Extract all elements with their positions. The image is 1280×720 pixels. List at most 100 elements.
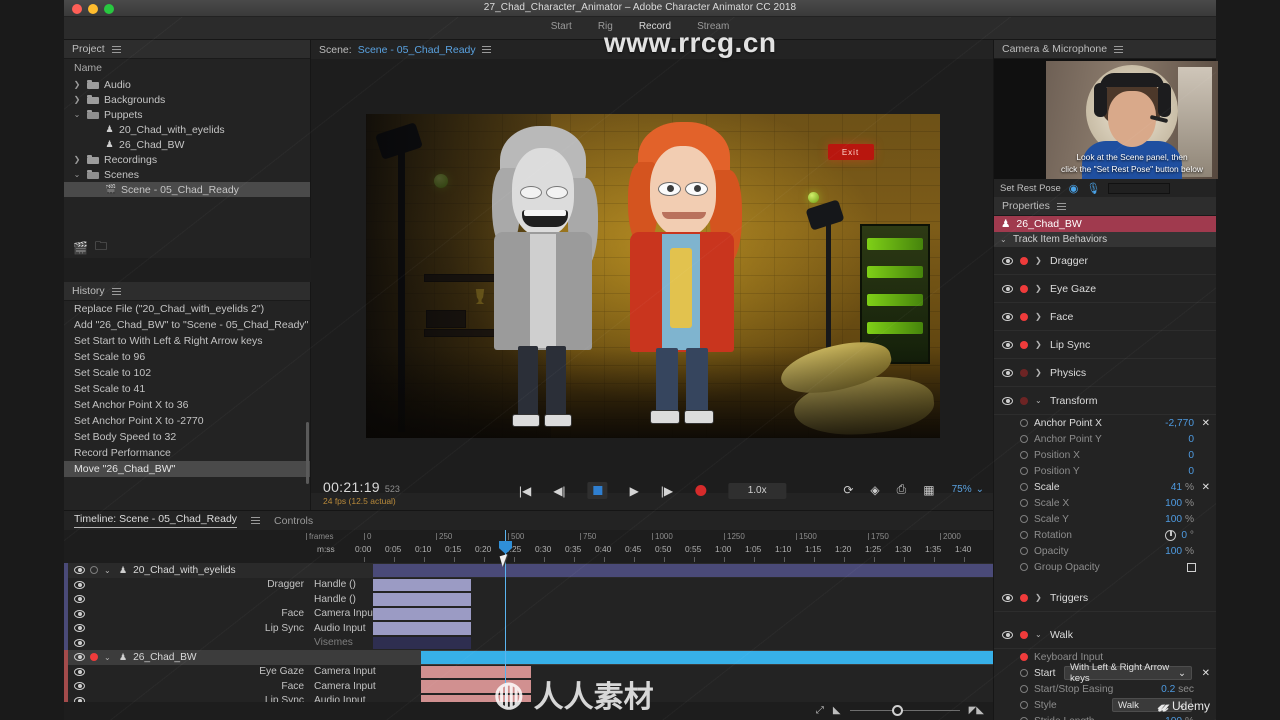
track-lane[interactable] [364,592,994,607]
record-bullet-icon[interactable] [1020,701,1028,709]
chevron-down-icon[interactable]: ⌄ [104,653,112,662]
history-item[interactable]: Add "26_Chad_BW" to "Scene - 05_Chad_Rea… [64,317,311,333]
project-item[interactable]: ❯ Audio [64,77,311,92]
chevron-right-icon[interactable]: ❯ [1035,256,1043,265]
visibility-icon[interactable] [1002,396,1013,405]
chevron-down-icon[interactable]: ⌄ [1035,630,1043,639]
property-row[interactable]: Anchor Point Y 0 [994,431,1216,447]
project-item[interactable]: ⌄ Scenes [64,167,311,182]
history-panel-header[interactable]: History [64,282,311,301]
camera-panel-header[interactable]: Camera & Microphone [994,40,1216,59]
visibility-icon[interactable] [1002,630,1013,639]
fit-icon[interactable]: ⤢ [816,705,824,716]
track-lane[interactable] [364,694,994,702]
workspace-tabs[interactable]: Start Rig Record Stream [551,21,730,32]
property-value[interactable]: 41 % [1171,482,1194,493]
history-item[interactable]: Set Scale to 41 [64,381,311,397]
record-arm-dot[interactable] [1020,630,1028,639]
timeline-behavior-lane[interactable]: Lip Sync Audio Input [64,694,994,702]
workspace-tab-start[interactable]: Start [551,21,572,32]
property-behavior-row[interactable]: ❯ Face [994,303,1216,331]
zoom-slider[interactable] [849,705,960,716]
history-item[interactable]: Set Scale to 102 [64,365,311,381]
stop-button[interactable] [587,482,608,499]
new-scene-icon[interactable]: 🎬 [73,241,88,255]
record-bullet-icon[interactable] [1020,467,1028,475]
project-item[interactable]: ❯ Backgrounds [64,92,311,107]
scene-canvas[interactable]: Exit [365,114,940,438]
visibility-icon[interactable] [74,624,85,633]
panel-menu-icon[interactable] [251,515,261,526]
history-item[interactable]: Set Body Speed to 32 [64,429,311,445]
record-bullet-icon[interactable] [1020,563,1028,571]
record-bullet-icon[interactable] [1020,499,1028,507]
property-row[interactable]: Start/Stop Easing 0.2 sec [994,681,1216,697]
step-back-button[interactable]: ◀| [553,485,565,497]
timeline-tab[interactable]: Timeline: Scene - 05_Chad_Ready [74,513,238,528]
property-row[interactable]: Position Y 0 [994,463,1216,479]
property-row[interactable]: Start With Left & Right Arrow keys ⌄ ✕ [994,662,1216,684]
property-row[interactable]: Rotation 0 ° [994,527,1216,543]
twisty-icon[interactable]: ⌄ [72,110,82,119]
property-row[interactable]: Group Opacity [994,559,1216,575]
visibility-icon[interactable] [1002,368,1013,377]
track-lane[interactable] [364,636,994,651]
record-arm-dot[interactable] [1020,256,1028,265]
timeline-clip[interactable] [373,622,472,635]
workspace-tab-rig[interactable]: Rig [598,21,613,32]
reset-property-button[interactable]: ✕ [1202,418,1210,429]
property-row[interactable]: Scale 41 % ✕ [994,479,1216,495]
visibility-icon[interactable] [74,609,85,618]
timeline-behavior-lane[interactable]: Face Camera Input [64,607,994,622]
project-panel-header[interactable]: Project [64,40,311,59]
property-behavior-row[interactable]: ❯ Lip Sync [994,331,1216,359]
panel-menu-icon[interactable] [481,44,491,55]
visibility-icon[interactable] [1002,256,1013,265]
project-item[interactable]: ♟ 26_Chad_BW [64,137,311,152]
go-to-start-button[interactable]: |◀ [519,485,531,497]
visibility-icon[interactable] [74,638,85,647]
property-row[interactable]: Opacity 100 % [994,543,1216,559]
timeline-ruler[interactable]: frames m:ss 0:00 0:05 0:10 0:15 0:20 0:25 0:30… [64,530,994,563]
history-item[interactable]: Set Start to With Left & Right Arrow key… [64,333,311,349]
set-rest-pose-button[interactable]: Set Rest Pose [1000,183,1061,194]
project-item[interactable]: 🎬 Scene - 05_Chad_Ready [64,182,311,197]
record-bullet-icon[interactable] [1020,547,1028,555]
camera-icon[interactable]: ◉ [1069,182,1079,195]
zoom-in-icon[interactable]: ◤◣ [969,705,984,716]
property-behavior-row[interactable]: ⌄ Walk [994,621,1216,649]
chevron-right-icon[interactable]: ❯ [1035,340,1043,349]
visibility-icon[interactable] [1002,312,1013,321]
chevron-down-icon[interactable]: ⌄ [1035,396,1043,405]
history-item[interactable]: Record Performance [64,445,311,461]
timeline-behavior-lane[interactable]: Face Camera Input [64,679,994,694]
timeline-clip[interactable] [420,665,531,678]
timeline-clip[interactable] [373,636,472,649]
project-item[interactable]: ❯ Recordings [64,152,311,167]
panel-divider[interactable] [993,40,994,720]
track-lane[interactable] [364,607,994,622]
panel-menu-icon[interactable] [111,44,121,55]
track-lane[interactable] [364,665,994,680]
track-item-behaviors-header[interactable]: ⌄ Track Item Behaviors [994,232,1216,247]
visibility-icon[interactable] [1002,284,1013,293]
timeline-puppet-track[interactable]: ⌄ ♟ 20_Chad_with_eyelids [64,563,994,578]
chevron-down-icon[interactable]: ⌄ [104,566,112,575]
record-arm-dot[interactable] [1020,284,1028,293]
record-bullet-icon[interactable] [1020,653,1028,661]
rotation-dial-icon[interactable] [1165,529,1176,541]
project-item[interactable]: ⌄ Puppets [64,107,311,122]
property-row[interactable]: Scale Y 100 % [994,511,1216,527]
timeline-clip[interactable] [373,593,472,606]
record-arm-dot[interactable] [1020,396,1028,405]
timecode-display[interactable]: 00:21:19 523 [323,479,400,495]
property-value[interactable]: 0 [1188,450,1194,461]
transparency-grid-icon[interactable]: ▦ [923,483,934,497]
playback-speed-field[interactable]: 1.0x [728,482,787,499]
timeline-behavior-lane[interactable]: Lip Sync Audio Input [64,621,994,636]
scene-stage[interactable]: Exit [311,59,994,493]
workspace-tab-stream[interactable]: Stream [697,21,729,32]
record-bullet-icon[interactable] [1020,531,1028,539]
zoom-out-icon[interactable]: ◣ [833,705,841,716]
property-behavior-row[interactable]: ❯ Physics [994,359,1216,387]
